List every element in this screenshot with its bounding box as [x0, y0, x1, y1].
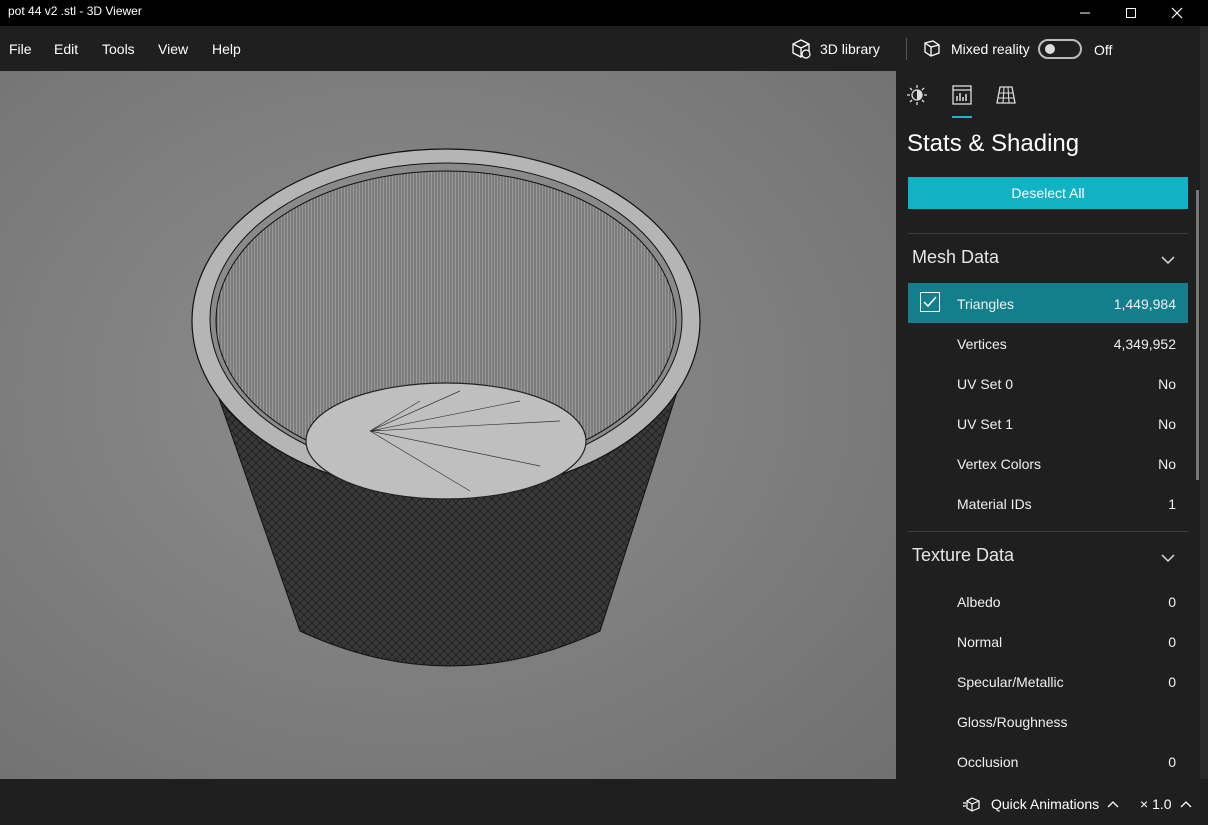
row-label: Specular/Metallic	[957, 674, 1064, 690]
deselect-all-button[interactable]: Deselect All	[908, 177, 1188, 209]
pot-model	[191, 148, 701, 667]
row-label: UV Set 0	[957, 376, 1014, 392]
menu-file[interactable]: File	[9, 41, 32, 57]
minimize-icon	[1080, 12, 1090, 14]
row-label: Normal	[957, 634, 1003, 650]
panel-scrollbar[interactable]	[1200, 26, 1208, 779]
3d-viewport[interactable]	[0, 71, 896, 779]
row-value: No	[1158, 416, 1176, 432]
close-button[interactable]	[1154, 0, 1200, 26]
scrollbar-thumb[interactable]	[1196, 190, 1199, 480]
quick-animations-label: Quick Animations	[991, 796, 1100, 812]
chevron-up-icon	[1107, 801, 1119, 808]
chevron-down-icon[interactable]	[1160, 552, 1176, 564]
row-value: No	[1158, 376, 1176, 392]
mesh-data-header[interactable]: Mesh Data	[912, 247, 999, 268]
minimize-button[interactable]	[1062, 0, 1108, 26]
toggle-knob	[1045, 44, 1055, 54]
menu-view[interactable]: View	[158, 41, 188, 57]
row-label: Material IDs	[957, 496, 1032, 512]
grid-icon	[996, 86, 1016, 104]
menu-edit[interactable]: Edit	[54, 41, 78, 57]
3d-library-label: 3D library	[820, 41, 880, 57]
maximize-icon	[1126, 8, 1136, 18]
3d-library-button[interactable]: 3D library	[790, 38, 880, 60]
toggle-state-label: Off	[1094, 42, 1113, 58]
row-label: Gloss/Roughness	[957, 714, 1068, 730]
stat-row-triangles[interactable]: Triangles 1,449,984	[908, 283, 1188, 323]
tab-stats[interactable]	[950, 83, 974, 107]
row-value: 4,349,952	[1113, 336, 1176, 352]
row-value: 1	[1168, 496, 1176, 512]
stats-icon	[952, 85, 972, 105]
stat-row-material-ids[interactable]: Material IDs 1	[908, 483, 1188, 523]
animation-speed-button[interactable]: × 1.0	[1140, 794, 1192, 814]
menu-tools[interactable]: Tools	[102, 41, 135, 57]
tab-lighting[interactable]	[905, 83, 929, 107]
row-value: 0	[1168, 674, 1176, 690]
active-tab-indicator	[952, 116, 972, 118]
stat-row-vertices[interactable]: Vertices 4,349,952	[908, 323, 1188, 363]
mixed-reality-button[interactable]: Mixed reality	[921, 38, 1030, 60]
mixed-reality-icon	[924, 40, 940, 57]
stat-row-vertex-colors[interactable]: Vertex Colors No	[908, 443, 1188, 483]
mixed-reality-label: Mixed reality	[951, 41, 1030, 57]
stat-row-uv-set-0[interactable]: UV Set 0 No	[908, 363, 1188, 403]
texture-data-header[interactable]: Texture Data	[912, 545, 1014, 566]
row-value: 0	[1168, 754, 1176, 770]
stat-row-occlusion[interactable]: Occlusion 0	[908, 741, 1188, 781]
window-title: pot 44 v2 .stl - 3D Viewer	[8, 4, 142, 18]
checkmark-icon	[923, 296, 937, 308]
animation-icon	[963, 797, 980, 812]
maximize-button[interactable]	[1108, 0, 1154, 26]
stats-panel: Stats & Shading Deselect All Mesh Data T…	[896, 71, 1200, 779]
speed-label: × 1.0	[1140, 796, 1172, 812]
row-value: No	[1158, 456, 1176, 472]
stat-row-normal[interactable]: Normal 0	[908, 621, 1188, 661]
menu-separator	[906, 38, 907, 60]
mixed-reality-toggle[interactable]	[1038, 39, 1082, 59]
row-value: 0	[1168, 594, 1176, 610]
chevron-down-icon[interactable]	[1160, 254, 1176, 266]
divider	[908, 531, 1188, 532]
triangles-checkbox[interactable]	[920, 292, 940, 312]
row-label: Triangles	[957, 296, 1015, 312]
stat-row-specular-metallic[interactable]: Specular/Metallic 0	[908, 661, 1188, 701]
row-label: UV Set 1	[957, 416, 1014, 432]
lighting-icon	[907, 85, 927, 105]
row-label: Vertices	[957, 336, 1007, 352]
row-value: 0	[1168, 634, 1176, 650]
title-bar: pot 44 v2 .stl - 3D Viewer	[0, 0, 1208, 26]
stat-row-gloss-roughness[interactable]: Gloss/Roughness	[908, 701, 1188, 741]
chevron-up-icon	[1180, 801, 1191, 808]
row-label: Vertex Colors	[957, 456, 1042, 472]
stat-row-albedo[interactable]: Albedo 0	[908, 581, 1188, 621]
stat-row-uv-set-1[interactable]: UV Set 1 No	[908, 403, 1188, 443]
quick-animations-button[interactable]: Quick Animations	[963, 794, 1119, 814]
close-icon	[1171, 7, 1183, 19]
divider	[908, 233, 1188, 234]
row-label: Occlusion	[957, 754, 1019, 770]
menu-help[interactable]: Help	[212, 41, 241, 57]
tab-grid[interactable]	[994, 83, 1018, 107]
row-value: 1,449,984	[1113, 296, 1176, 312]
row-label: Albedo	[957, 594, 1001, 610]
panel-title: Stats & Shading	[907, 130, 1080, 157]
cube-icon	[792, 39, 811, 59]
